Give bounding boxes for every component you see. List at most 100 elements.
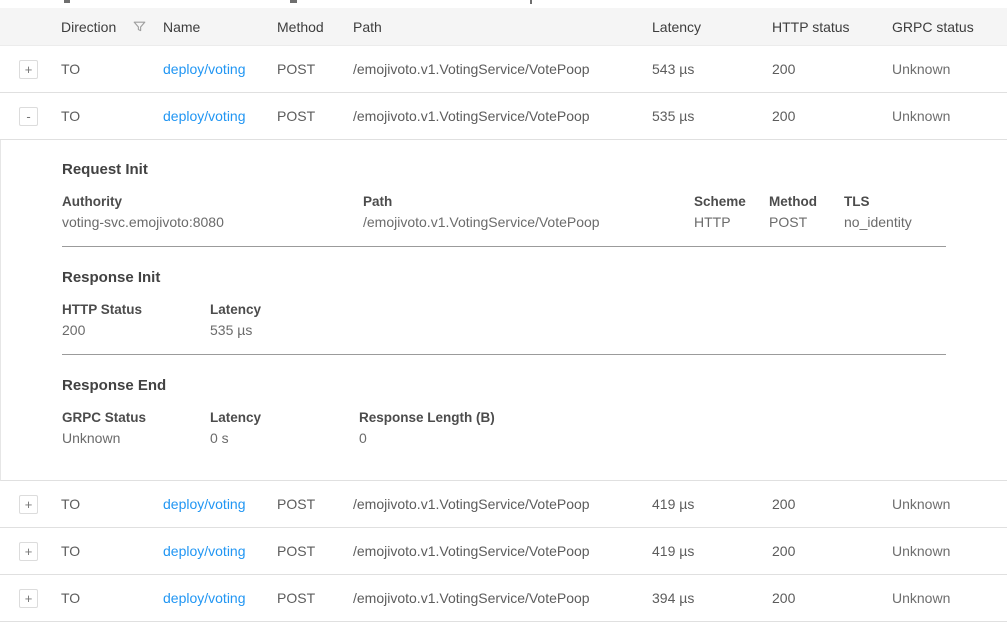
http-status-cell: 200: [772, 61, 892, 77]
detail-field: Path /emojivoto.v1.VotingService/VotePoo…: [363, 192, 694, 233]
detail-section-title: Request Init: [62, 161, 1007, 178]
section-divider: [62, 354, 946, 355]
header-cell-method: Method: [277, 19, 353, 35]
table-row: - TO deploy/voting POST /emojivoto.v1.Vo…: [0, 93, 1007, 140]
detail-field-value: Unknown: [62, 428, 198, 449]
expand-cell: -: [0, 107, 61, 126]
detail-field-label: Response Length (B): [359, 408, 495, 428]
latency-cell: 543 µs: [652, 61, 772, 77]
expand-cell: +: [0, 495, 61, 514]
detail-field-label: Latency: [210, 300, 261, 320]
direction-cell: TO: [61, 108, 163, 124]
header-cell-grpc-status: GRPC status: [892, 19, 1007, 35]
path-cell: /emojivoto.v1.VotingService/VotePoop: [353, 61, 652, 77]
name-cell: deploy/voting: [163, 590, 277, 606]
latency-cell: 419 µs: [652, 543, 772, 559]
section-divider: [62, 246, 946, 247]
detail-field: HTTP Status 200: [62, 300, 210, 341]
expand-toggle-button[interactable]: +: [19, 60, 38, 79]
header-cell-direction: Direction: [61, 19, 163, 35]
header-cell-name: Name: [163, 19, 277, 35]
expand-cell: +: [0, 60, 61, 79]
detail-field: Method POST: [769, 192, 844, 233]
expand-toggle-button[interactable]: +: [19, 589, 38, 608]
detail-field-label: GRPC Status: [62, 408, 198, 428]
direction-cell: TO: [61, 590, 163, 606]
table-row: + TO deploy/voting POST /emojivoto.v1.Vo…: [0, 46, 1007, 93]
clipped-text-fragment: [530, 0, 532, 4]
detail-field-label: Latency: [210, 408, 347, 428]
clipped-text-fragment: [64, 0, 70, 3]
column-header-label: Name: [163, 19, 200, 35]
expanded-row-detail: Request Init Authority voting-svc.emojiv…: [0, 140, 1007, 481]
direction-cell: TO: [61, 496, 163, 512]
name-cell: deploy/voting: [163, 108, 277, 124]
detail-field-value: /emojivoto.v1.VotingService/VotePoop: [363, 212, 682, 233]
latency-cell: 535 µs: [652, 108, 772, 124]
detail-field-label: TLS: [844, 192, 912, 212]
detail-field: Latency 535 µs: [210, 300, 273, 341]
grpc-status-cell: Unknown: [892, 590, 1007, 606]
detail-section: Response End GRPC Status Unknown Latency…: [62, 377, 1007, 480]
table-row: + TO deploy/voting POST /emojivoto.v1.Vo…: [0, 575, 1007, 622]
detail-field-value: no_identity: [844, 212, 912, 233]
grpc-status-cell: Unknown: [892, 496, 1007, 512]
table-row: + TO deploy/voting POST /emojivoto.v1.Vo…: [0, 528, 1007, 575]
header-cell-path: Path: [353, 19, 652, 35]
column-header-label: Direction: [61, 19, 116, 35]
name-cell: deploy/voting: [163, 61, 277, 77]
header-cell-http-status: HTTP status: [772, 19, 892, 35]
tap-results-table: DirectionNameMethodPathLatencyHTTP statu…: [0, 8, 1007, 622]
detail-field-value: voting-svc.emojivoto:8080: [62, 212, 351, 233]
detail-field-value: 535 µs: [210, 320, 261, 341]
latency-cell: 394 µs: [652, 590, 772, 606]
column-header-label: Path: [353, 19, 382, 35]
method-cell: POST: [277, 61, 353, 77]
name-cell: deploy/voting: [163, 543, 277, 559]
detail-field-value: 200: [62, 320, 198, 341]
resource-link[interactable]: deploy/voting: [163, 543, 246, 559]
method-cell: POST: [277, 543, 353, 559]
detail-field-label: Method: [769, 192, 832, 212]
method-cell: POST: [277, 590, 353, 606]
column-header-label: Latency: [652, 19, 701, 35]
detail-fields: Authority voting-svc.emojivoto:8080 Path…: [62, 192, 1007, 233]
detail-section-title: Response End: [62, 377, 1007, 394]
expand-cell: +: [0, 589, 61, 608]
grpc-status-cell: Unknown: [892, 543, 1007, 559]
detail-field: Latency 0 s: [210, 408, 359, 449]
resource-link[interactable]: deploy/voting: [163, 108, 246, 124]
detail-field-label: Authority: [62, 192, 351, 212]
expand-toggle-button[interactable]: +: [19, 495, 38, 514]
detail-fields: GRPC Status Unknown Latency 0 s Response…: [62, 408, 1007, 449]
path-cell: /emojivoto.v1.VotingService/VotePoop: [353, 543, 652, 559]
direction-cell: TO: [61, 61, 163, 77]
table-body: + TO deploy/voting POST /emojivoto.v1.Vo…: [0, 46, 1007, 622]
http-status-cell: 200: [772, 496, 892, 512]
path-cell: /emojivoto.v1.VotingService/VotePoop: [353, 496, 652, 512]
clipped-text-fragment: [290, 0, 297, 3]
grpc-status-cell: Unknown: [892, 61, 1007, 77]
detail-field-value: HTTP: [694, 212, 757, 233]
detail-field-value: 0 s: [210, 428, 347, 449]
method-cell: POST: [277, 108, 353, 124]
http-status-cell: 200: [772, 543, 892, 559]
resource-link[interactable]: deploy/voting: [163, 590, 246, 606]
detail-field: GRPC Status Unknown: [62, 408, 210, 449]
expand-cell: +: [0, 542, 61, 561]
latency-cell: 419 µs: [652, 496, 772, 512]
detail-field-label: Scheme: [694, 192, 757, 212]
detail-field-label: Path: [363, 192, 682, 212]
resource-link[interactable]: deploy/voting: [163, 61, 246, 77]
name-cell: deploy/voting: [163, 496, 277, 512]
direction-cell: TO: [61, 543, 163, 559]
detail-field: Scheme HTTP: [694, 192, 769, 233]
detail-fields: HTTP Status 200 Latency 535 µs: [62, 300, 1007, 341]
detail-section: Request Init Authority voting-svc.emojiv…: [62, 161, 1007, 233]
resource-link[interactable]: deploy/voting: [163, 496, 246, 512]
expand-toggle-button[interactable]: -: [19, 107, 38, 126]
http-status-cell: 200: [772, 108, 892, 124]
filter-icon[interactable]: [132, 19, 147, 34]
expand-toggle-button[interactable]: +: [19, 542, 38, 561]
path-cell: /emojivoto.v1.VotingService/VotePoop: [353, 590, 652, 606]
